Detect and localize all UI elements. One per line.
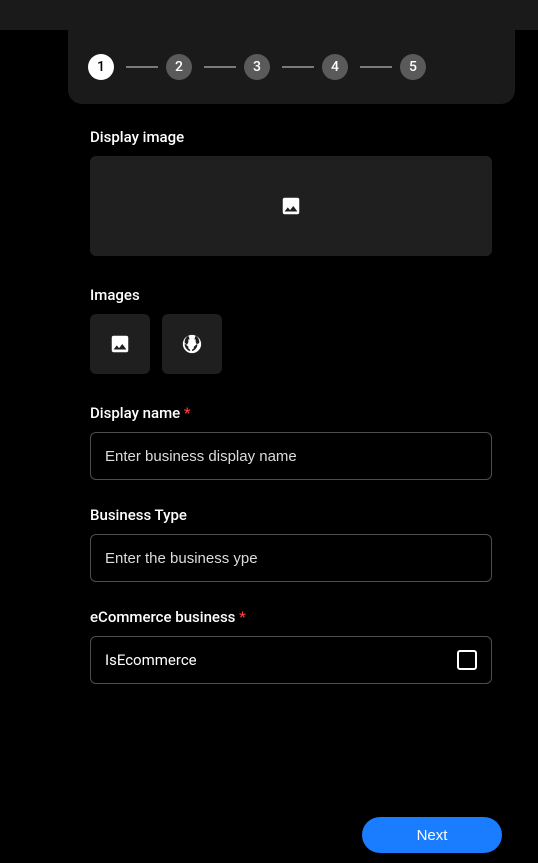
step-circle-5: 5 xyxy=(400,54,426,80)
display-name-input[interactable] xyxy=(90,432,492,480)
is-ecommerce-text: IsEcommerce xyxy=(105,651,197,669)
camera-icon xyxy=(181,333,203,355)
business-type-input[interactable] xyxy=(90,534,492,582)
step-3[interactable]: 3 xyxy=(192,54,270,80)
step-connector xyxy=(204,66,236,68)
step-4[interactable]: 4 xyxy=(270,54,348,80)
display-name-label: Display name * xyxy=(90,404,492,422)
step-connector xyxy=(126,66,158,68)
form-content: Display image Images xyxy=(90,128,492,684)
image-icon xyxy=(280,195,302,217)
stepper: 1 2 3 4 5 xyxy=(68,30,515,104)
step-circle-4: 4 xyxy=(322,54,348,80)
business-type-label: Business Type xyxy=(90,506,492,524)
step-1[interactable]: 1 xyxy=(88,54,114,80)
step-circle-3: 3 xyxy=(244,54,270,80)
display-image-upload[interactable] xyxy=(90,156,492,256)
step-circle-1: 1 xyxy=(88,54,114,80)
required-marker: * xyxy=(184,404,191,422)
display-image-label: Display image xyxy=(90,128,492,146)
top-bar xyxy=(0,0,538,30)
next-button[interactable]: Next xyxy=(362,817,502,853)
images-label: Images xyxy=(90,286,492,304)
image-thumb-gallery[interactable] xyxy=(90,314,150,374)
step-5[interactable]: 5 xyxy=(348,54,426,80)
checkbox-icon[interactable] xyxy=(457,650,477,670)
image-thumb-camera[interactable] xyxy=(162,314,222,374)
step-connector xyxy=(282,66,314,68)
step-2[interactable]: 2 xyxy=(114,54,192,80)
step-connector xyxy=(360,66,392,68)
step-circle-2: 2 xyxy=(166,54,192,80)
required-marker: * xyxy=(239,608,246,626)
image-icon xyxy=(109,333,131,355)
is-ecommerce-row[interactable]: IsEcommerce xyxy=(90,636,492,684)
ecommerce-label: eCommerce business * xyxy=(90,608,492,626)
